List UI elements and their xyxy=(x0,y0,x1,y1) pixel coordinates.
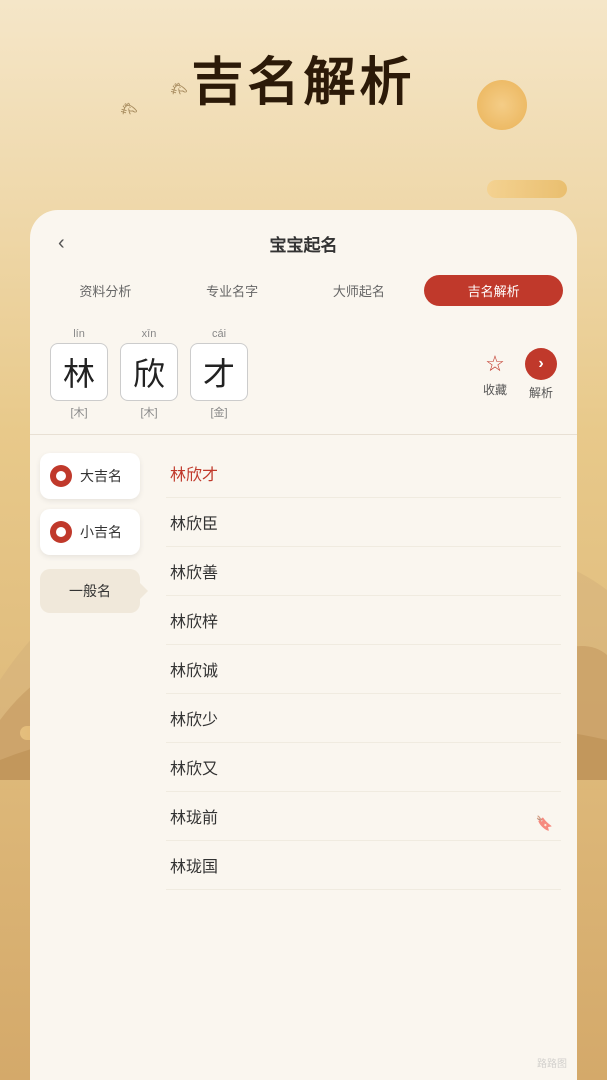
name-item-3[interactable]: 林欣善 xyxy=(166,547,561,596)
char-square-3[interactable]: 才 xyxy=(190,343,248,401)
xiao-ji-label: 小吉名 xyxy=(80,522,122,542)
general-arrow xyxy=(138,581,148,601)
category-da-ji[interactable]: 大吉名 xyxy=(40,453,140,499)
tab-navigation: 资料分析 专业名字 大师起名 吉名解析 xyxy=(30,269,577,314)
card-title: 宝宝起名 xyxy=(270,231,338,256)
tab-data-analysis[interactable]: 资料分析 xyxy=(44,275,167,306)
bookmark-action[interactable]: ☆ 收藏 xyxy=(483,351,507,398)
watermark-text: 路路图 xyxy=(537,1059,567,1070)
analyze-label: 解析 xyxy=(529,384,553,401)
name-item-6[interactable]: 林欣少 xyxy=(166,694,561,743)
background: 𐂅 𐂅 吉名解析 ‹ 宝宝起名 资料分析 专业名字 大师起名 吉名解析 xyxy=(0,0,607,1080)
character-display-area: lín 林 [木] xīn 欣 [木] cái 才 [金] xyxy=(30,314,577,430)
card-header: ‹ 宝宝起名 xyxy=(30,210,577,269)
tab-professional-name[interactable]: 专业名字 xyxy=(171,275,294,306)
bookmark-flag-8: 🔖 xyxy=(536,815,553,832)
character-boxes: lín 林 [木] xīn 欣 [木] cái 才 [金] xyxy=(50,328,248,420)
ribbon-decoration-top xyxy=(487,180,567,198)
name-text-1: 林欣才 xyxy=(170,467,218,484)
name-text-6: 林欣少 xyxy=(170,712,218,729)
name-text-5: 林欣诚 xyxy=(170,663,218,680)
name-item-8[interactable]: 林珑前 🔖 xyxy=(166,792,561,841)
tab-master-naming[interactable]: 大师起名 xyxy=(298,275,421,306)
analyze-circle: › xyxy=(525,348,557,380)
bookmark-icon: ☆ xyxy=(485,351,505,377)
char-element-1: [木] xyxy=(70,404,87,420)
char-box-2: xīn 欣 [木] xyxy=(120,328,178,420)
char-square-1[interactable]: 林 xyxy=(50,343,108,401)
xiao-ji-dot-inner xyxy=(56,527,66,537)
da-ji-label: 大吉名 xyxy=(80,466,122,486)
name-text-3: 林欣善 xyxy=(170,565,218,582)
char-pinyin-1: lín xyxy=(73,328,85,340)
name-item-7[interactable]: 林欣又 xyxy=(166,743,561,792)
back-button[interactable]: ‹ xyxy=(50,228,73,259)
divider xyxy=(30,434,577,435)
char-element-3: [金] xyxy=(210,404,227,420)
char-element-2: [木] xyxy=(140,404,157,420)
name-text-8: 林珑前 xyxy=(170,810,218,827)
name-item-2[interactable]: 林欣臣 xyxy=(166,498,561,547)
name-item-4[interactable]: 林欣梓 xyxy=(166,596,561,645)
name-text-2: 林欣臣 xyxy=(170,516,218,533)
watermark: 路路图 xyxy=(537,1055,567,1070)
general-label: 一般名 xyxy=(69,583,111,599)
name-list: 林欣才 林欣臣 林欣善 林欣梓 林欣诚 林欣少 林欣又 xyxy=(150,439,577,1080)
char-square-2[interactable]: 欣 xyxy=(120,343,178,401)
content-area: 大吉名 小吉名 一般名 林欣才 xyxy=(30,439,577,1080)
bookmark-label: 收藏 xyxy=(483,381,507,398)
name-text-4: 林欣梓 xyxy=(170,614,218,631)
char-box-1: lín 林 [木] xyxy=(50,328,108,420)
tab-auspicious-name[interactable]: 吉名解析 xyxy=(424,275,563,306)
name-item-1[interactable]: 林欣才 xyxy=(166,449,561,498)
da-ji-dot-inner xyxy=(56,471,66,481)
name-item-9[interactable]: 林珑国 xyxy=(166,841,561,890)
main-card: ‹ 宝宝起名 资料分析 专业名字 大师起名 吉名解析 lín 林 [木] xīn xyxy=(30,210,577,1080)
page-title: 吉名解析 xyxy=(0,40,607,115)
da-ji-dot xyxy=(50,465,72,487)
char-actions: ☆ 收藏 › 解析 xyxy=(483,348,557,401)
name-text-9: 林珑国 xyxy=(170,859,218,876)
char-box-3: cái 才 [金] xyxy=(190,328,248,420)
name-item-5[interactable]: 林欣诚 xyxy=(166,645,561,694)
analyze-icon: › xyxy=(538,355,543,373)
char-pinyin-2: xīn xyxy=(142,328,157,340)
category-sidebar: 大吉名 小吉名 一般名 xyxy=(30,439,150,1080)
xiao-ji-dot xyxy=(50,521,72,543)
category-general[interactable]: 一般名 xyxy=(40,569,140,613)
category-xiao-ji[interactable]: 小吉名 xyxy=(40,509,140,555)
name-text-7: 林欣又 xyxy=(170,761,218,778)
analyze-action[interactable]: › 解析 xyxy=(525,348,557,401)
char-pinyin-3: cái xyxy=(212,328,226,340)
